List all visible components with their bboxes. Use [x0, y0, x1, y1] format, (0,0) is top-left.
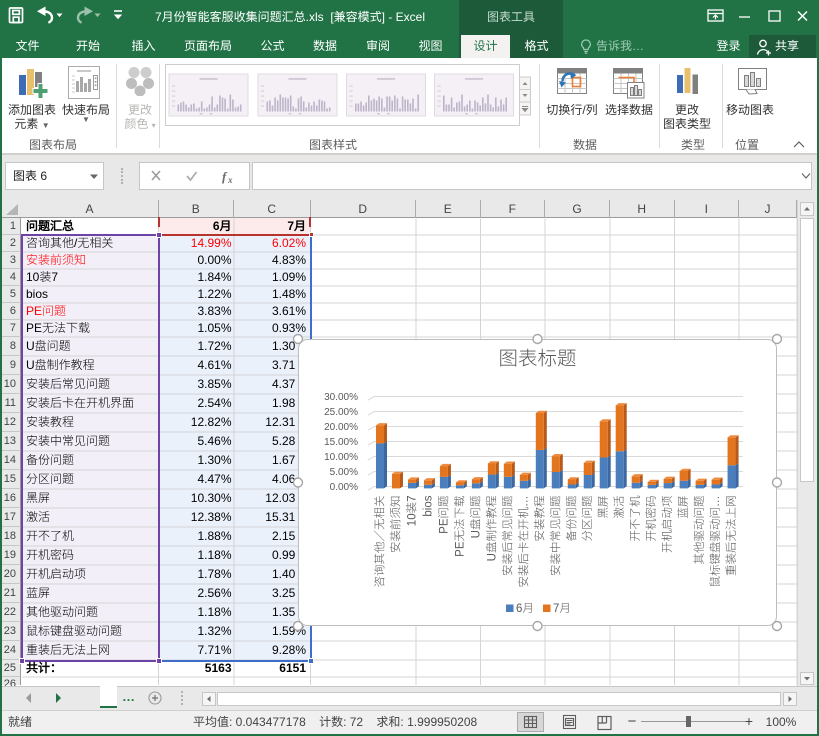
svg-text:5.00%: 5.00% — [330, 467, 358, 478]
svg-text:PE无法下载: PE无法下载 — [453, 496, 466, 557]
svg-text:咨询其他／无相关: 咨询其他／无相关 — [374, 496, 387, 588]
svg-text:6月: 6月 — [516, 603, 534, 615]
svg-text:分区问题: 分区问题 — [581, 496, 594, 542]
svg-text:安装教程: 安装教程 — [533, 495, 546, 541]
svg-text:7月: 7月 — [553, 603, 571, 615]
svg-text:备份问题: 备份问题 — [565, 496, 578, 542]
svg-text:开不了机: 开不了机 — [629, 495, 642, 541]
svg-text:激活: 激活 — [613, 496, 626, 519]
svg-text:安装前须知: 安装前须知 — [389, 496, 402, 554]
svg-text:20.00%: 20.00% — [324, 422, 358, 433]
svg-text:安装后卡在开机…: 安装后卡在开机… — [517, 496, 530, 588]
svg-text:安装后常见问题: 安装后常见问题 — [501, 496, 514, 577]
svg-text:10.00%: 10.00% — [324, 452, 358, 463]
svg-text:0.00%: 0.00% — [330, 482, 358, 493]
svg-text:重装后无法上网: 重装后无法上网 — [725, 496, 738, 577]
svg-text:黑屏: 黑屏 — [597, 496, 610, 519]
svg-text:图表标题: 图表标题 — [498, 348, 576, 370]
svg-text:25.00%: 25.00% — [324, 407, 358, 418]
svg-text:15.00%: 15.00% — [324, 437, 358, 448]
svg-text:开机密码: 开机密码 — [645, 496, 658, 542]
svg-text:U盘制作教程: U盘制作教程 — [485, 495, 498, 561]
svg-text:开机启动项: 开机启动项 — [661, 496, 674, 554]
svg-text:鼠标键盘驱动问…: 鼠标键盘驱动问… — [709, 496, 722, 588]
svg-text:bios: bios — [422, 495, 434, 516]
svg-text:其他驱动问题: 其他驱动问题 — [693, 496, 706, 565]
svg-text:30.00%: 30.00% — [324, 392, 358, 403]
svg-text:x: x — [227, 175, 233, 185]
svg-text:PE问题: PE问题 — [437, 496, 450, 534]
svg-text:10装7: 10装7 — [405, 496, 418, 527]
svg-text:蓝屏: 蓝屏 — [677, 496, 690, 519]
svg-text:U盘问题: U盘问题 — [469, 496, 482, 539]
svg-text:安装中常见问题: 安装中常见问题 — [549, 496, 562, 577]
